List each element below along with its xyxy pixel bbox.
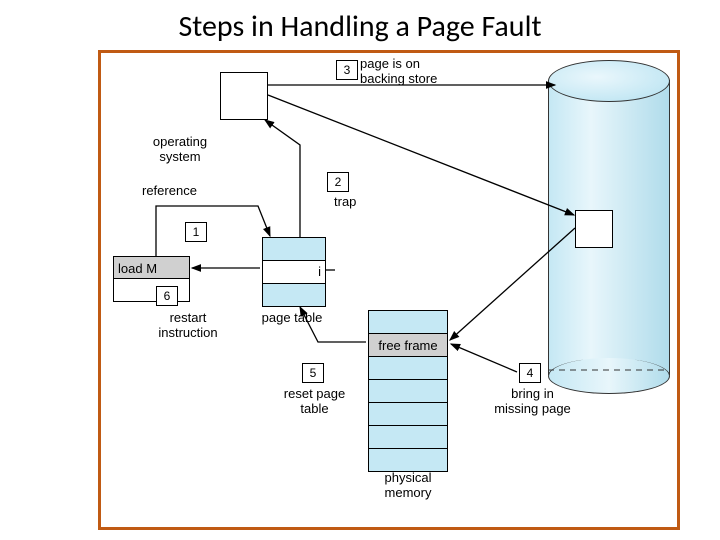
arrows-layer: [0, 0, 720, 540]
